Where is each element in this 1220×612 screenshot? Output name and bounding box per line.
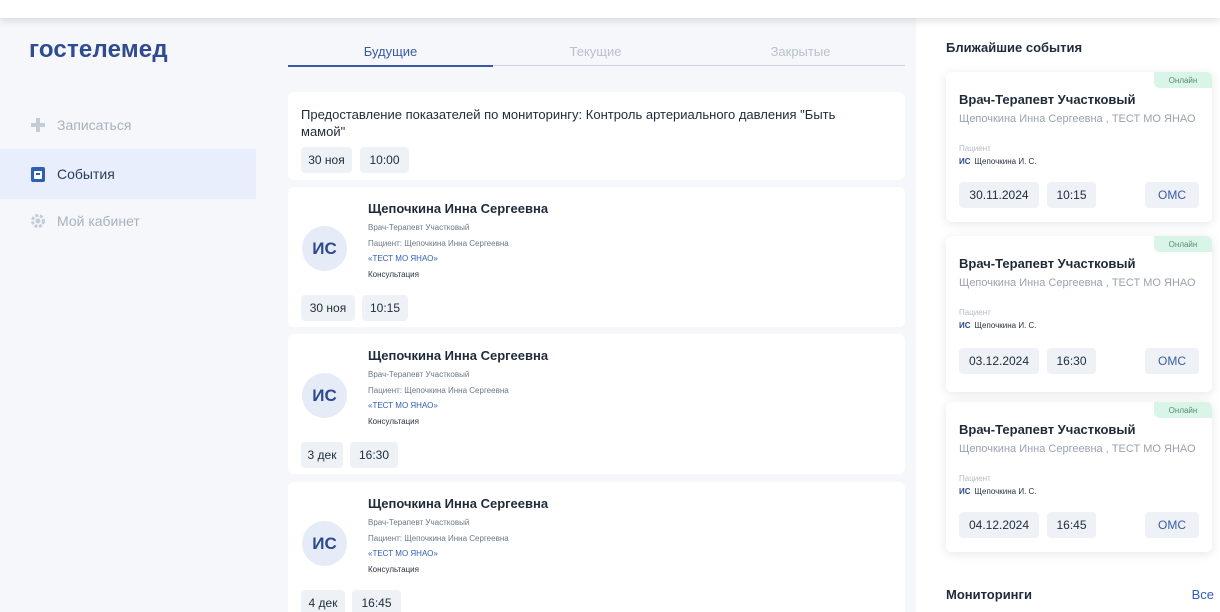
event-date-chip: 30.11.2024 xyxy=(959,182,1039,208)
doctor-specialty: Врач-Терапевт Участковый xyxy=(368,370,470,379)
event-patient: ИС Щепочкина И. С. xyxy=(959,157,1037,166)
time-chip: 16:45 xyxy=(352,590,401,612)
monitoring-all-link[interactable]: Все xyxy=(1192,587,1214,602)
patient-short-name: Щепочкина И. С. xyxy=(974,487,1037,496)
patient-short-name: Щепочкина И. С. xyxy=(974,157,1037,166)
doctor-name: Щепочкина Инна Сергеевна xyxy=(368,201,549,216)
date-chip: 30 ноя xyxy=(301,295,355,321)
events-list-panel: Будущие Текущие Закрытые Предоставление … xyxy=(256,18,916,612)
event-specialty: Врач-Терапевт Участковый xyxy=(959,256,1136,271)
tab-future[interactable]: Будущие xyxy=(288,44,493,59)
doctor-specialty: Врач-Терапевт Участковый xyxy=(368,518,470,527)
time-chip: 10:00 xyxy=(360,147,409,173)
sidebar-item-label: Мой кабинет xyxy=(57,213,140,229)
event-patient: ИС Щепочкина И. С. xyxy=(959,487,1037,496)
time-chip: 16:30 xyxy=(350,442,398,468)
patient-label: Пациент xyxy=(959,308,991,317)
online-badge: Онлайн xyxy=(1154,402,1212,418)
avatar: ИС xyxy=(302,521,347,566)
appointment-type: Консультация xyxy=(368,565,419,574)
online-badge: Онлайн xyxy=(1154,236,1212,252)
patient-name: Пациент: Щепочкина Инна Сергеевна xyxy=(368,386,509,395)
appointment-card[interactable]: ИС Щепочкина Инна Сергеевна Врач-Терапев… xyxy=(288,334,905,474)
tab-current[interactable]: Текущие xyxy=(493,44,698,59)
organization-link[interactable]: «ТЕСТ МО ЯНАО» xyxy=(368,549,438,558)
doctor-specialty: Врач-Терапевт Участковый xyxy=(368,223,470,232)
appointment-card[interactable]: ИС Щепочкина Инна Сергеевна Врач-Терапев… xyxy=(288,482,905,612)
monitoring-section-title: Мониторинги xyxy=(946,587,1032,602)
event-specialty: Врач-Терапевт Участковый xyxy=(959,422,1136,437)
upcoming-event-card[interactable]: Онлайн Врач-Терапевт Участковый Щепочкин… xyxy=(946,236,1212,392)
oms-button[interactable]: ОМС xyxy=(1145,182,1199,208)
appointment-card[interactable]: ИС Щепочкина Инна Сергеевна Врач-Терапев… xyxy=(288,187,905,327)
logo[interactable]: гостелемед xyxy=(29,36,168,64)
upcoming-events-panel: Ближайшие события Онлайн Врач-Терапевт У… xyxy=(916,18,1220,612)
avatar: ИС xyxy=(302,373,347,418)
event-time-chip: 16:30 xyxy=(1047,348,1096,374)
patient-initials: ИС xyxy=(959,157,971,166)
patient-name: Пациент: Щепочкина Инна Сергеевна xyxy=(368,239,509,248)
patient-label: Пациент xyxy=(959,144,991,153)
event-time-chip: 16:45 xyxy=(1047,512,1096,538)
tabs: Будущие Текущие Закрытые xyxy=(288,38,905,67)
event-time-chip: 10:15 xyxy=(1047,182,1096,208)
patient-short-name: Щепочкина И. С. xyxy=(974,321,1037,330)
calendar-icon xyxy=(30,166,46,182)
monitoring-title: Предоставление показателей по мониторинг… xyxy=(301,107,836,139)
upcoming-event-card[interactable]: Онлайн Врач-Терапевт Участковый Щепочкин… xyxy=(946,72,1212,222)
top-bar xyxy=(0,0,1220,18)
event-patient: ИС Щепочкина И. С. xyxy=(959,321,1037,330)
patient-initials: ИС xyxy=(959,321,971,330)
event-doctor: Щепочкина Инна Сергеевна , ТЕСТ МО ЯНАО xyxy=(959,113,1196,125)
oms-button[interactable]: ОМС xyxy=(1145,348,1199,374)
event-date-chip: 03.12.2024 xyxy=(959,348,1039,374)
monitoring-event-card[interactable]: Предоставление показателей по мониторинг… xyxy=(288,92,905,180)
date-chip: 30 ноя xyxy=(301,147,352,173)
patient-initials: ИС xyxy=(959,487,971,496)
organization-link[interactable]: «ТЕСТ МО ЯНАО» xyxy=(368,254,438,263)
event-doctor: Щепочкина Инна Сергеевна , ТЕСТ МО ЯНАО xyxy=(959,277,1196,289)
event-date-chip: 04.12.2024 xyxy=(959,512,1039,538)
sidebar-item-moy-kabinet[interactable]: Мой кабинет xyxy=(0,199,256,243)
online-badge: Онлайн xyxy=(1154,72,1212,88)
event-specialty: Врач-Терапевт Участковый xyxy=(959,92,1136,107)
patient-name: Пациент: Щепочкина Инна Сергеевна xyxy=(368,534,509,543)
avatar: ИС xyxy=(302,226,347,271)
doctor-name: Щепочкина Инна Сергеевна xyxy=(368,348,549,363)
upcoming-event-card[interactable]: Онлайн Врач-Терапевт Участковый Щепочкин… xyxy=(946,402,1212,552)
event-doctor: Щепочкина Инна Сергеевна , ТЕСТ МО ЯНАО xyxy=(959,443,1196,455)
appointment-type: Консультация xyxy=(368,270,419,279)
doctor-name: Щепочкина Инна Сергеевна xyxy=(368,496,549,511)
sidebar-item-label: События xyxy=(57,166,115,182)
time-chip: 10:15 xyxy=(362,295,408,321)
oms-button[interactable]: ОМС xyxy=(1145,512,1199,538)
plus-icon xyxy=(30,117,46,133)
appointment-type: Консультация xyxy=(368,417,419,426)
active-tab-indicator xyxy=(288,65,493,67)
sidebar-item-label: Записаться xyxy=(57,117,132,133)
patient-label: Пациент xyxy=(959,474,991,483)
sidebar: гостелемед Записаться События Мой кабине… xyxy=(0,18,256,612)
organization-link[interactable]: «ТЕСТ МО ЯНАО» xyxy=(368,401,438,410)
upcoming-events-title: Ближайшие события xyxy=(946,40,1083,55)
date-chip: 4 дек xyxy=(301,590,345,612)
sidebar-item-sobytiya[interactable]: События xyxy=(0,149,256,199)
sidebar-item-zapisatsya[interactable]: Записаться xyxy=(0,100,256,150)
gear-icon xyxy=(30,213,46,229)
tab-closed[interactable]: Закрытые xyxy=(698,44,903,59)
date-chip: 3 дек xyxy=(301,442,343,468)
